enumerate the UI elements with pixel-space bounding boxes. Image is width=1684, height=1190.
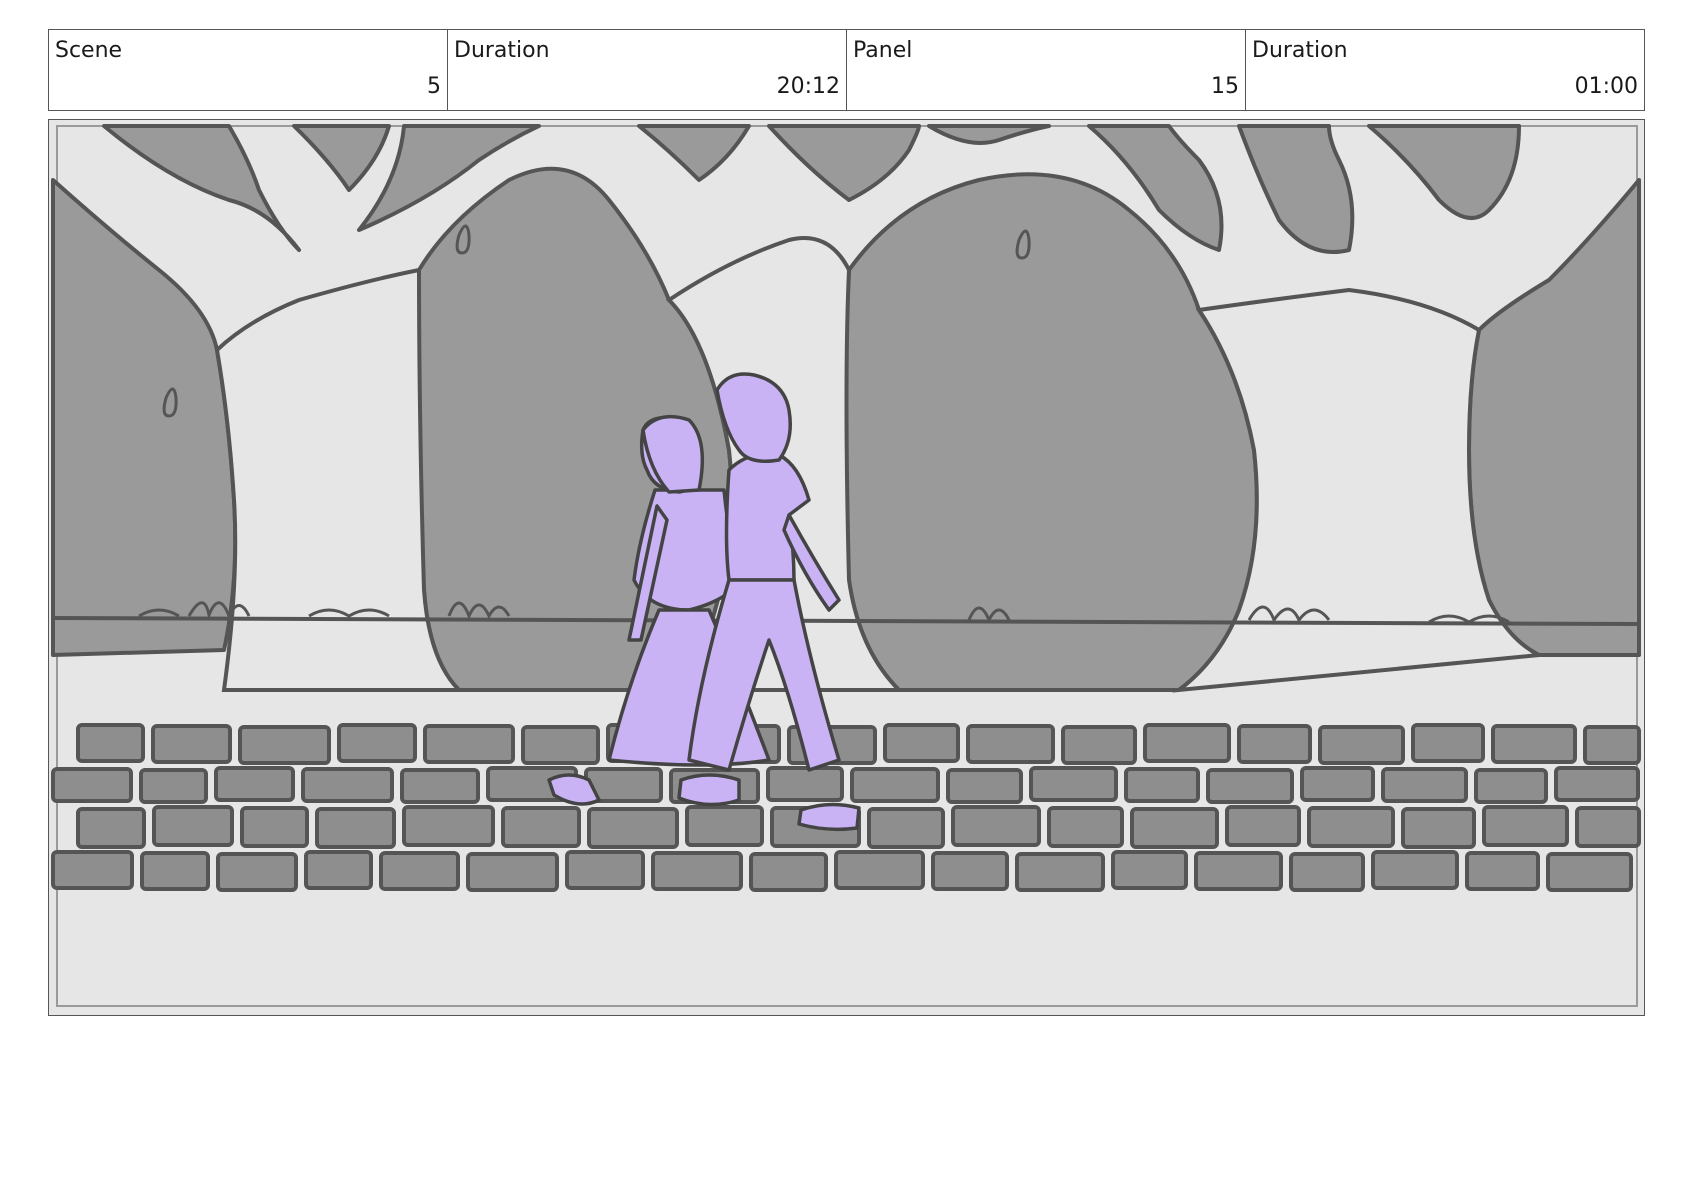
paving-stone — [238, 725, 331, 765]
paving-stone — [1237, 724, 1312, 764]
paving-stone — [1194, 851, 1283, 891]
scene-number: 5 — [427, 74, 441, 99]
paving-stone — [1411, 723, 1485, 763]
paving-stone — [315, 807, 396, 849]
paving-stone — [1474, 768, 1548, 804]
panel-drawing — [49, 120, 1644, 1015]
paving-stone — [850, 767, 940, 803]
panel-duration-value: 01:00 — [1574, 74, 1638, 99]
paving-stone — [1111, 850, 1188, 890]
panel-label: Panel — [853, 38, 913, 63]
paving-stone — [1546, 852, 1633, 892]
storyboard-header: Scene 5 Duration 20:12 Panel 15 Duration… — [48, 29, 1645, 111]
paving-stone — [651, 851, 743, 891]
paving-stone — [867, 807, 945, 849]
scene-duration-value: 20:12 — [776, 74, 840, 99]
paving-stone — [1206, 768, 1294, 804]
paving-stone — [951, 805, 1041, 847]
paving-stone — [1465, 851, 1540, 891]
paving-stone — [1300, 766, 1375, 802]
paving-stone — [1381, 767, 1468, 803]
paving-stone — [834, 850, 925, 890]
paving-stone — [1401, 807, 1476, 849]
paving-stone — [521, 725, 600, 765]
paving-stone — [400, 768, 480, 804]
paving-stone — [883, 723, 960, 763]
paving-stone — [379, 851, 460, 891]
paving-stone — [1583, 725, 1641, 765]
paving-stone — [51, 850, 134, 890]
paving-stone — [301, 767, 394, 803]
scene-duration-cell: Duration 20:12 — [448, 30, 847, 110]
panel-cell: Panel 15 — [847, 30, 1246, 110]
paving-stone — [766, 766, 844, 802]
paving-stone — [151, 724, 232, 764]
paving-stone — [76, 807, 146, 849]
paving-stone — [1575, 806, 1641, 848]
paving-stone — [1491, 724, 1577, 764]
paving-stone — [466, 852, 559, 892]
paving-stone — [946, 768, 1023, 804]
paving-stone — [931, 851, 1009, 891]
paving-stone — [1289, 852, 1365, 892]
scene-cell: Scene 5 — [49, 30, 448, 110]
paving-stone — [565, 850, 645, 890]
paving-stone — [1061, 725, 1137, 765]
paving-stone — [1130, 807, 1219, 849]
paving-stone — [1482, 805, 1569, 847]
paving-stone — [216, 852, 298, 892]
paving-stone — [501, 806, 581, 848]
paving-stone — [76, 723, 145, 763]
paving-stone — [749, 852, 828, 892]
paving-stone — [423, 724, 515, 764]
paving-stone — [1554, 766, 1640, 802]
paving-stone — [140, 851, 210, 891]
paving-stone — [685, 805, 764, 847]
paving-stone — [139, 768, 208, 804]
storyboard-panel — [48, 119, 1645, 1016]
paving-stone — [1307, 806, 1395, 848]
paving-stone — [1318, 725, 1405, 765]
paving-stone — [966, 724, 1055, 764]
paving-stone — [1143, 723, 1231, 763]
panel-duration-cell: Duration 01:00 — [1246, 30, 1644, 110]
paving-stone — [1124, 767, 1200, 803]
paving-stone — [240, 806, 309, 848]
paving-stone — [214, 766, 295, 802]
paving-stone — [337, 723, 417, 763]
paving-stone — [1029, 766, 1118, 802]
paving-stone — [152, 805, 234, 847]
paving-stone — [1371, 850, 1459, 890]
panel-duration-label: Duration — [1252, 38, 1348, 63]
paving-stone — [51, 767, 133, 803]
paving-stone — [587, 807, 679, 849]
scene-label: Scene — [55, 38, 123, 63]
paving-stone — [402, 805, 495, 847]
scene-duration-label: Duration — [454, 38, 550, 63]
paving-stone — [1015, 852, 1105, 892]
paving-stone — [304, 850, 373, 890]
paving-stone — [1225, 805, 1301, 847]
paving-stone — [1047, 806, 1124, 848]
panel-number: 15 — [1211, 74, 1239, 99]
